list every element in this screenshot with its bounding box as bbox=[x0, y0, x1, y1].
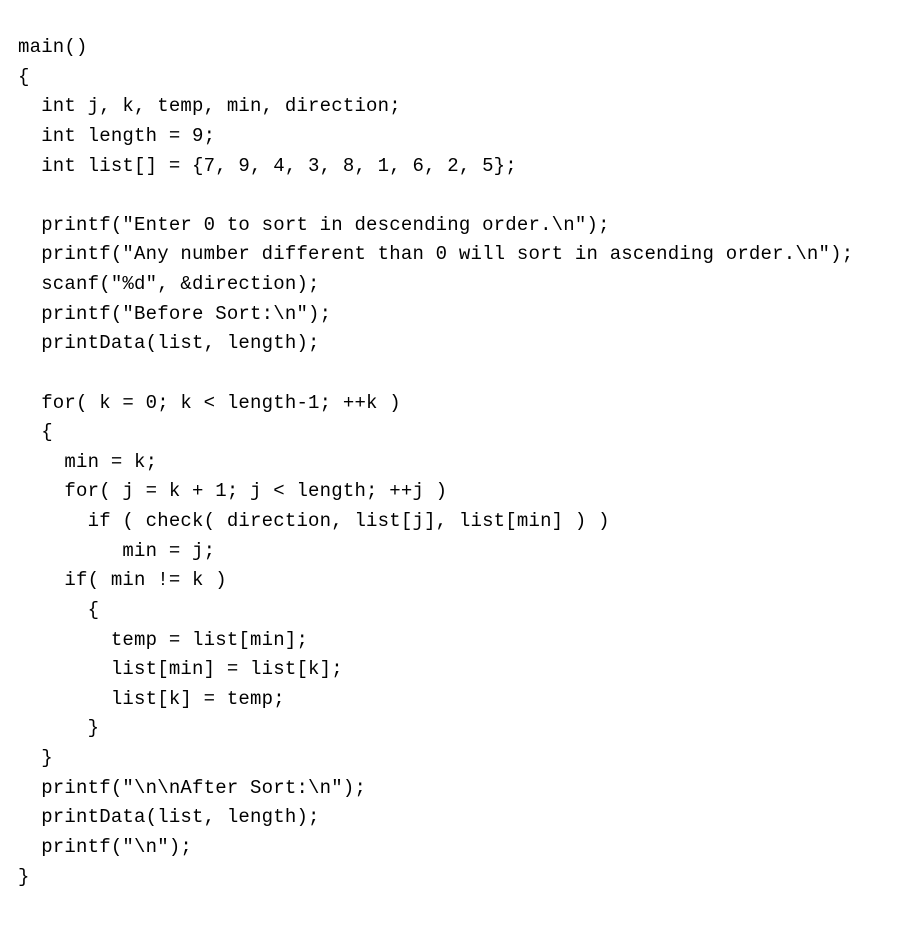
code-snippet: main() { int j, k, temp, min, direction;… bbox=[0, 19, 904, 906]
